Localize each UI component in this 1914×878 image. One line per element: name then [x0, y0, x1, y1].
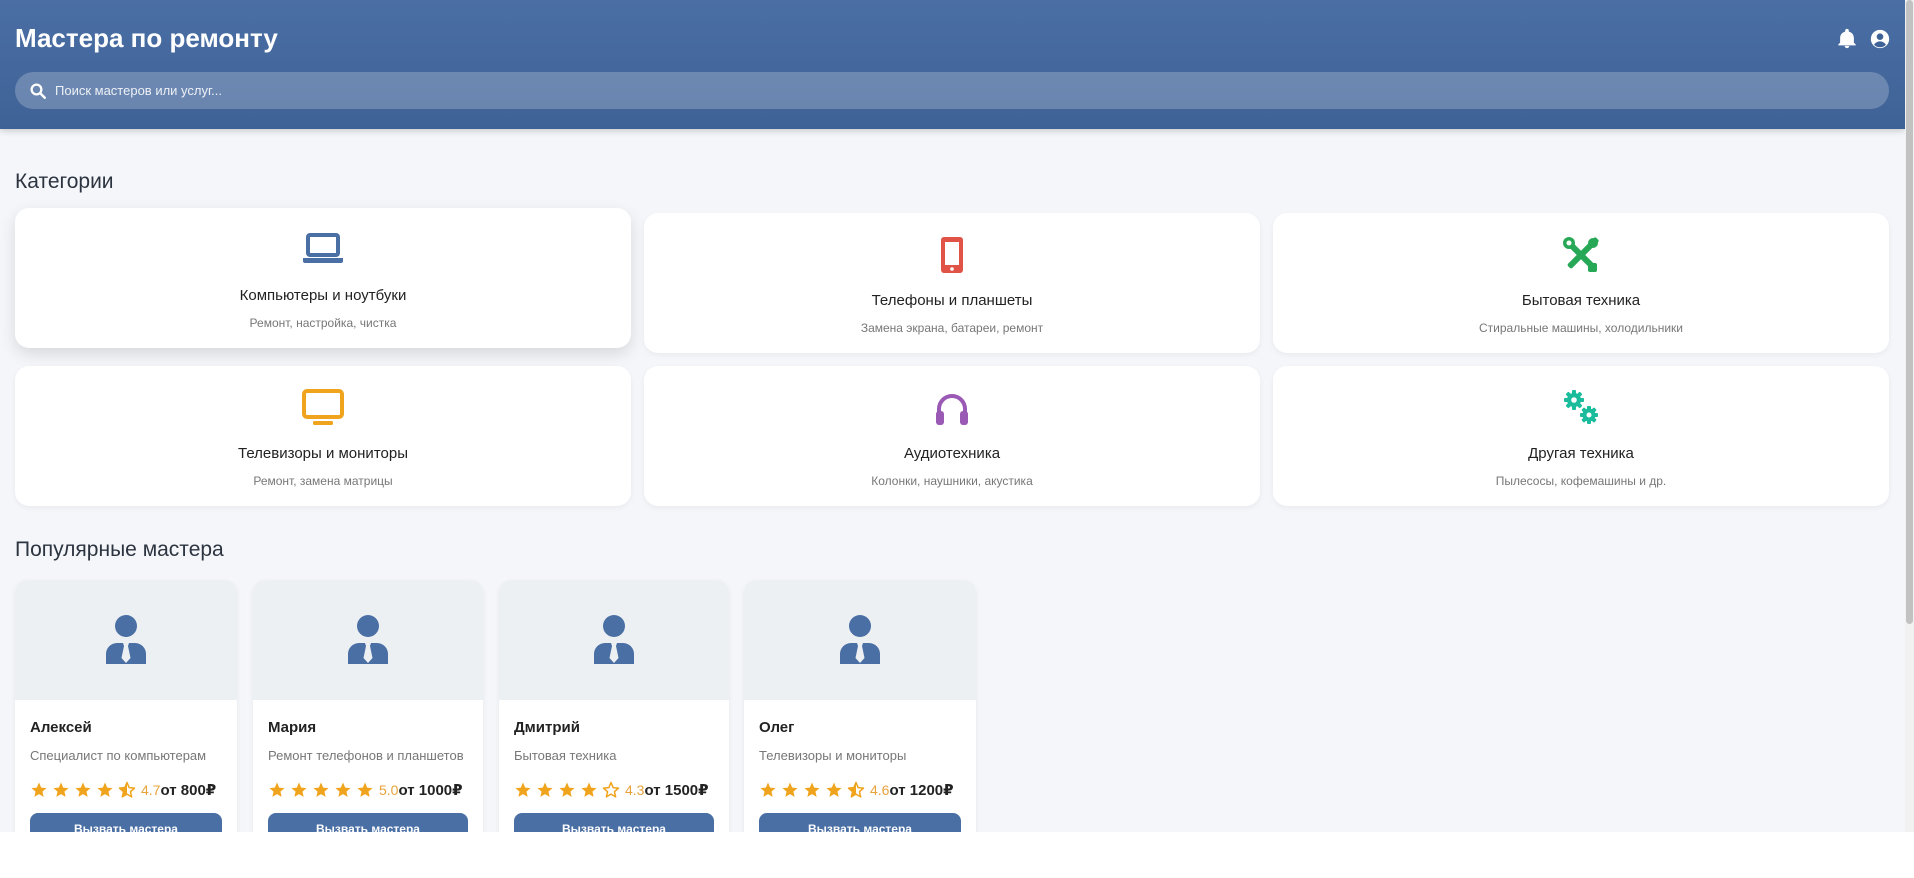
- category-description: Колонки, наушники, акустика: [871, 474, 1033, 488]
- user-tie-icon: [348, 615, 388, 664]
- categories-title: Категории: [15, 170, 114, 193]
- cogs-icon: [1559, 388, 1603, 428]
- category-name: Телефоны и планшеты: [871, 292, 1033, 309]
- call-master-button[interactable]: Вызвать мастера: [514, 813, 714, 832]
- star-icon: [312, 781, 330, 799]
- category-card-appliances[interactable]: Бытовая техника Стиральные машины, холод…: [1273, 213, 1889, 353]
- page-viewport: Мастера по ремонту Категории Компьютеры …: [0, 0, 1914, 832]
- category-description: Ремонт, замена матрицы: [253, 474, 393, 488]
- star-icon: [96, 781, 114, 799]
- master-rating: 4.6: [870, 782, 890, 798]
- star-half-icon: [118, 781, 136, 798]
- master-photo: [253, 580, 483, 700]
- star-icon: [30, 781, 48, 799]
- category-name: Телевизоры и мониторы: [238, 445, 408, 462]
- master-card-mariya[interactable]: Мария Ремонт телефонов и планшетов 5.0 о…: [253, 580, 483, 832]
- master-price: от 1200₽: [889, 782, 954, 799]
- master-price: от 1000₽: [398, 782, 463, 799]
- search-bar: [15, 72, 1889, 109]
- call-master-button[interactable]: Вызвать мастера: [30, 813, 222, 832]
- headphones-icon: [930, 388, 974, 428]
- star-icon: [268, 781, 286, 799]
- user-tie-icon: [106, 615, 146, 664]
- master-card-dmitriy[interactable]: Дмитрий Бытовая техника 4.3 от 1500₽ Выз…: [499, 580, 729, 832]
- laptop-icon: [301, 230, 345, 270]
- master-name: Дмитрий: [514, 719, 580, 736]
- master-rating: 4.7: [141, 782, 161, 798]
- vertical-scrollbar[interactable]: [1905, 0, 1914, 832]
- call-master-button[interactable]: Вызвать мастера: [759, 813, 961, 832]
- master-rating-row: 4.6 от 1200₽: [759, 781, 954, 799]
- star-icon: [52, 781, 70, 799]
- master-price: от 1500₽: [644, 782, 709, 799]
- top-header: Мастера по ремонту: [0, 0, 1905, 129]
- user-tie-icon: [840, 615, 880, 664]
- star-icon: [74, 781, 92, 799]
- master-specialty: Телевизоры и мониторы: [759, 748, 907, 763]
- star-icon: [356, 781, 374, 799]
- category-description: Замена экрана, батареи, ремонт: [860, 321, 1044, 335]
- master-card-oleg[interactable]: Олег Телевизоры и мониторы 4.6 от 1200₽ …: [744, 580, 976, 832]
- star-icon: [334, 781, 352, 799]
- category-description: Ремонт, настройка, чистка: [249, 316, 397, 330]
- category-name: Компьютеры и ноутбуки: [239, 287, 407, 304]
- star-icon: [558, 781, 576, 799]
- search-icon: [30, 83, 46, 99]
- master-specialty: Ремонт телефонов и планшетов: [268, 748, 464, 763]
- mobile-phone-icon: [930, 235, 974, 275]
- star-icon: [803, 781, 821, 799]
- tools-icon: [1559, 235, 1603, 275]
- master-rating: 4.3: [625, 782, 645, 798]
- category-card-audio[interactable]: Аудиотехника Колонки, наушники, акустика: [644, 366, 1260, 506]
- master-name: Мария: [268, 719, 317, 736]
- master-price: от 800₽: [160, 782, 217, 799]
- search-input[interactable]: [55, 72, 1875, 109]
- master-photo: [15, 580, 237, 700]
- user-circle-icon[interactable]: [1869, 28, 1891, 50]
- popular-masters-title: Популярные мастера: [15, 538, 224, 561]
- app-title: Мастера по ремонту: [15, 23, 278, 53]
- category-name: Бытовая техника: [1521, 292, 1641, 309]
- star-icon: [825, 781, 843, 799]
- master-card-aleksey[interactable]: Алексей Специалист по компьютерам 4.7 от…: [15, 580, 237, 832]
- category-name: Другая техника: [1528, 445, 1634, 462]
- category-card-computers[interactable]: Компьютеры и ноутбуки Ремонт, настройка,…: [15, 208, 631, 348]
- category-card-phones[interactable]: Телефоны и планшеты Замена экрана, батар…: [644, 213, 1260, 353]
- bell-icon[interactable]: [1836, 28, 1858, 50]
- scrollbar-thumb[interactable]: [1906, 0, 1913, 624]
- star-icon: [514, 781, 532, 799]
- master-rating-row: 5.0 от 1000₽: [268, 781, 463, 799]
- master-specialty: Специалист по компьютерам: [30, 748, 207, 763]
- star-icon: [536, 781, 554, 799]
- master-rating-row: 4.7 от 800₽: [30, 781, 216, 799]
- master-name: Алексей: [30, 719, 92, 736]
- category-card-tv[interactable]: Телевизоры и мониторы Ремонт, замена мат…: [15, 366, 631, 506]
- category-description: Пылесосы, кофемашины и др.: [1495, 474, 1667, 488]
- star-icon: [759, 781, 777, 799]
- call-master-button[interactable]: Вызвать мастера: [268, 813, 468, 832]
- user-tie-icon: [594, 615, 634, 664]
- star-icon: [290, 781, 308, 799]
- master-rating-row: 4.3 от 1500₽: [514, 781, 709, 799]
- star-empty-icon: [602, 781, 620, 798]
- star-icon: [781, 781, 799, 799]
- star-icon: [580, 781, 598, 799]
- master-photo: [744, 580, 976, 700]
- category-name: Аудиотехника: [903, 445, 1001, 462]
- category-description: Стиральные машины, холодильники: [1479, 321, 1683, 335]
- master-photo: [499, 580, 729, 700]
- master-name: Олег: [759, 719, 795, 736]
- star-half-icon: [847, 781, 865, 798]
- master-specialty: Бытовая техника: [514, 748, 617, 763]
- tv-icon: [301, 388, 345, 428]
- master-rating: 5.0: [379, 782, 399, 798]
- category-card-other[interactable]: Другая техника Пылесосы, кофемашины и др…: [1273, 366, 1889, 506]
